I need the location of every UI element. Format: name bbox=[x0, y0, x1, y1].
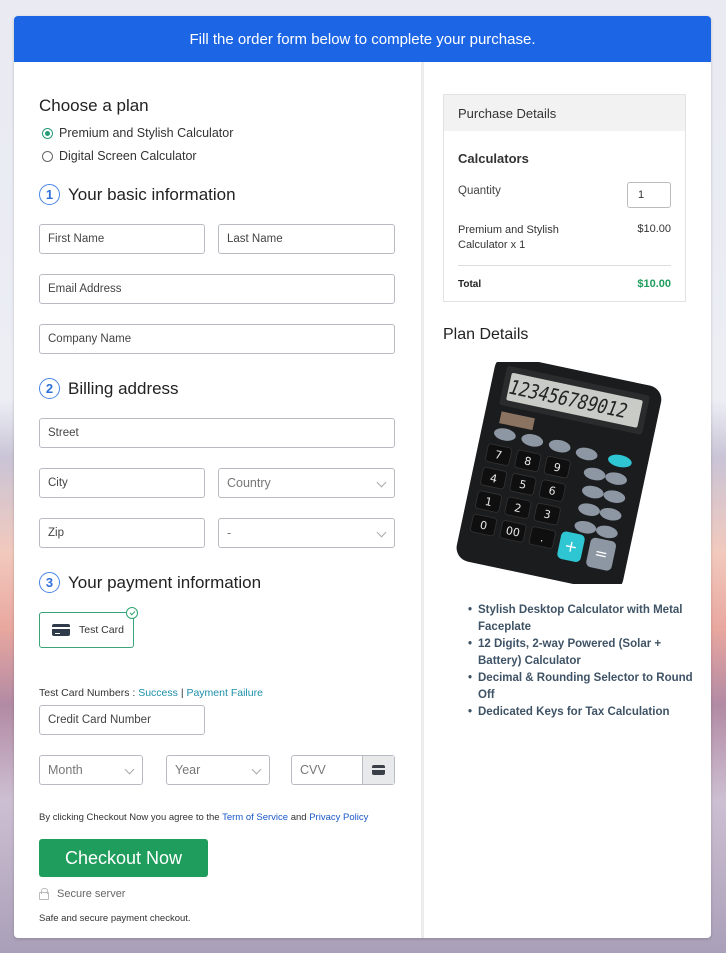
choose-plan-heading: Choose a plan bbox=[39, 96, 149, 115]
order-summary: Purchase Details Calculators Quantity 1 … bbox=[424, 62, 711, 938]
city-input[interactable]: City bbox=[39, 468, 205, 498]
summary-divider bbox=[458, 265, 671, 266]
quantity-label: Quantity bbox=[458, 185, 501, 197]
selected-value: - bbox=[227, 526, 232, 540]
banner-text: Fill the order form below to complete yo… bbox=[189, 30, 536, 48]
safe-checkout-text: Safe and secure payment checkout. bbox=[39, 913, 191, 924]
total-value: $10.00 bbox=[637, 278, 671, 290]
first-name-input[interactable]: First Name bbox=[39, 224, 205, 254]
test-card-numbers: Test Card Numbers : Success | Payment Fa… bbox=[39, 687, 263, 699]
section-title: Billing address bbox=[68, 378, 179, 398]
street-input[interactable]: Street bbox=[39, 418, 395, 448]
company-input[interactable]: Company Name bbox=[39, 324, 395, 354]
payment-method-label: Test Card bbox=[79, 624, 124, 636]
placeholder: City bbox=[48, 477, 68, 489]
placeholder: Company Name bbox=[48, 333, 132, 345]
selected-value: Country bbox=[227, 476, 271, 490]
check-circle-icon bbox=[126, 607, 138, 619]
line-item-label: Premium and Stylish Calculator x 1 bbox=[458, 224, 559, 251]
credit-card-icon bbox=[372, 765, 385, 775]
chevron-down-icon bbox=[376, 527, 387, 538]
billing-heading: 2 Billing address bbox=[39, 378, 179, 399]
zip-input[interactable]: Zip bbox=[39, 518, 205, 548]
placeholder: Email Address bbox=[48, 283, 122, 295]
placeholder: Zip bbox=[48, 527, 64, 539]
success-link[interactable]: Success bbox=[138, 687, 178, 699]
step-number-badge: 2 bbox=[39, 378, 60, 399]
selected-value: Year bbox=[175, 763, 201, 777]
chevron-down-icon bbox=[251, 764, 262, 775]
secure-label: Secure server bbox=[57, 888, 126, 900]
purchase-details-box: Purchase Details Calculators Quantity 1 … bbox=[443, 94, 686, 302]
placeholder: Last Name bbox=[227, 233, 283, 245]
last-name-input[interactable]: Last Name bbox=[218, 224, 395, 254]
step-number-badge: 3 bbox=[39, 572, 60, 593]
terms-of-service-link[interactable]: Term of Service bbox=[222, 812, 288, 823]
privacy-policy-link[interactable]: Privacy Policy bbox=[309, 812, 368, 823]
chevron-down-icon bbox=[376, 477, 387, 488]
expiry-month-select[interactable]: Month bbox=[39, 755, 143, 785]
section-title: Your payment information bbox=[68, 572, 262, 592]
placeholder: First Name bbox=[48, 233, 105, 245]
purchase-details-header: Purchase Details bbox=[444, 95, 685, 131]
separator: | bbox=[180, 687, 184, 699]
placeholder: CVV bbox=[300, 763, 326, 777]
total-label: Total bbox=[458, 279, 482, 290]
payment-method-test-card[interactable]: Test Card bbox=[39, 607, 138, 648]
payment-failure-link[interactable]: Payment Failure bbox=[186, 687, 262, 699]
feature-item: Stylish Desktop Calculator with Metal Fa… bbox=[468, 602, 698, 636]
expiry-year-select[interactable]: Year bbox=[166, 755, 270, 785]
terms-and: and bbox=[290, 812, 307, 823]
quantity-input[interactable]: 1 bbox=[627, 182, 671, 208]
product-group-title: Calculators bbox=[458, 151, 529, 166]
test-numbers-label: Test Card Numbers : bbox=[39, 687, 136, 699]
feature-item: Dedicated Keys for Tax Calculation bbox=[468, 704, 698, 721]
placeholder: Credit Card Number bbox=[48, 714, 151, 726]
terms-prefix: By clicking Checkout Now you agree to th… bbox=[39, 812, 220, 823]
basic-info-heading: 1 Your basic information bbox=[39, 184, 236, 205]
radio-unselected-icon[interactable] bbox=[42, 150, 53, 162]
order-form: Choose a plan Premium and Stylish Calcul… bbox=[14, 62, 421, 938]
section-title: Your basic information bbox=[68, 184, 236, 204]
checkout-now-button[interactable]: Checkout Now bbox=[39, 839, 208, 877]
plan-option-label: Premium and Stylish Calculator bbox=[59, 126, 234, 140]
email-input[interactable]: Email Address bbox=[39, 274, 395, 304]
radio-selected-icon[interactable] bbox=[42, 127, 53, 139]
card-number-input[interactable]: Credit Card Number bbox=[39, 705, 205, 735]
terms-notice: By clicking Checkout Now you agree to th… bbox=[39, 812, 368, 823]
placeholder: Street bbox=[48, 427, 79, 439]
step-number-badge: 1 bbox=[39, 184, 60, 205]
chevron-down-icon bbox=[124, 764, 135, 775]
feature-item: 12 Digits, 2-way Powered (Solar + Batter… bbox=[468, 636, 698, 670]
feature-item: Decimal & Rounding Selector to Round Off bbox=[468, 670, 698, 704]
calculator-product-image: 123456789012 789 4 5 6 1 2 3 0 00 . + = bbox=[456, 362, 662, 584]
country-select[interactable]: Country bbox=[218, 468, 395, 498]
plan-option-premium[interactable]: Premium and Stylish Calculator bbox=[42, 126, 233, 140]
line-item-price: $10.00 bbox=[637, 223, 671, 235]
plan-features-list: Stylish Desktop Calculator with Metal Fa… bbox=[468, 602, 698, 721]
state-select[interactable]: - bbox=[218, 518, 395, 548]
header-banner: Fill the order form below to complete yo… bbox=[14, 16, 711, 62]
secure-server-note: Secure server bbox=[39, 887, 126, 900]
cvv-input[interactable]: CVV bbox=[291, 755, 395, 785]
plan-option-digital[interactable]: Digital Screen Calculator bbox=[42, 149, 197, 163]
selected-value: Month bbox=[48, 763, 83, 777]
plan-details-heading: Plan Details bbox=[443, 326, 529, 343]
lock-icon bbox=[39, 887, 49, 900]
credit-card-icon bbox=[52, 624, 70, 636]
cvv-help-button[interactable] bbox=[362, 756, 394, 784]
payment-heading: 3 Your payment information bbox=[39, 572, 261, 593]
order-form-card: Fill the order form below to complete yo… bbox=[14, 16, 711, 938]
plan-option-label: Digital Screen Calculator bbox=[59, 149, 197, 163]
